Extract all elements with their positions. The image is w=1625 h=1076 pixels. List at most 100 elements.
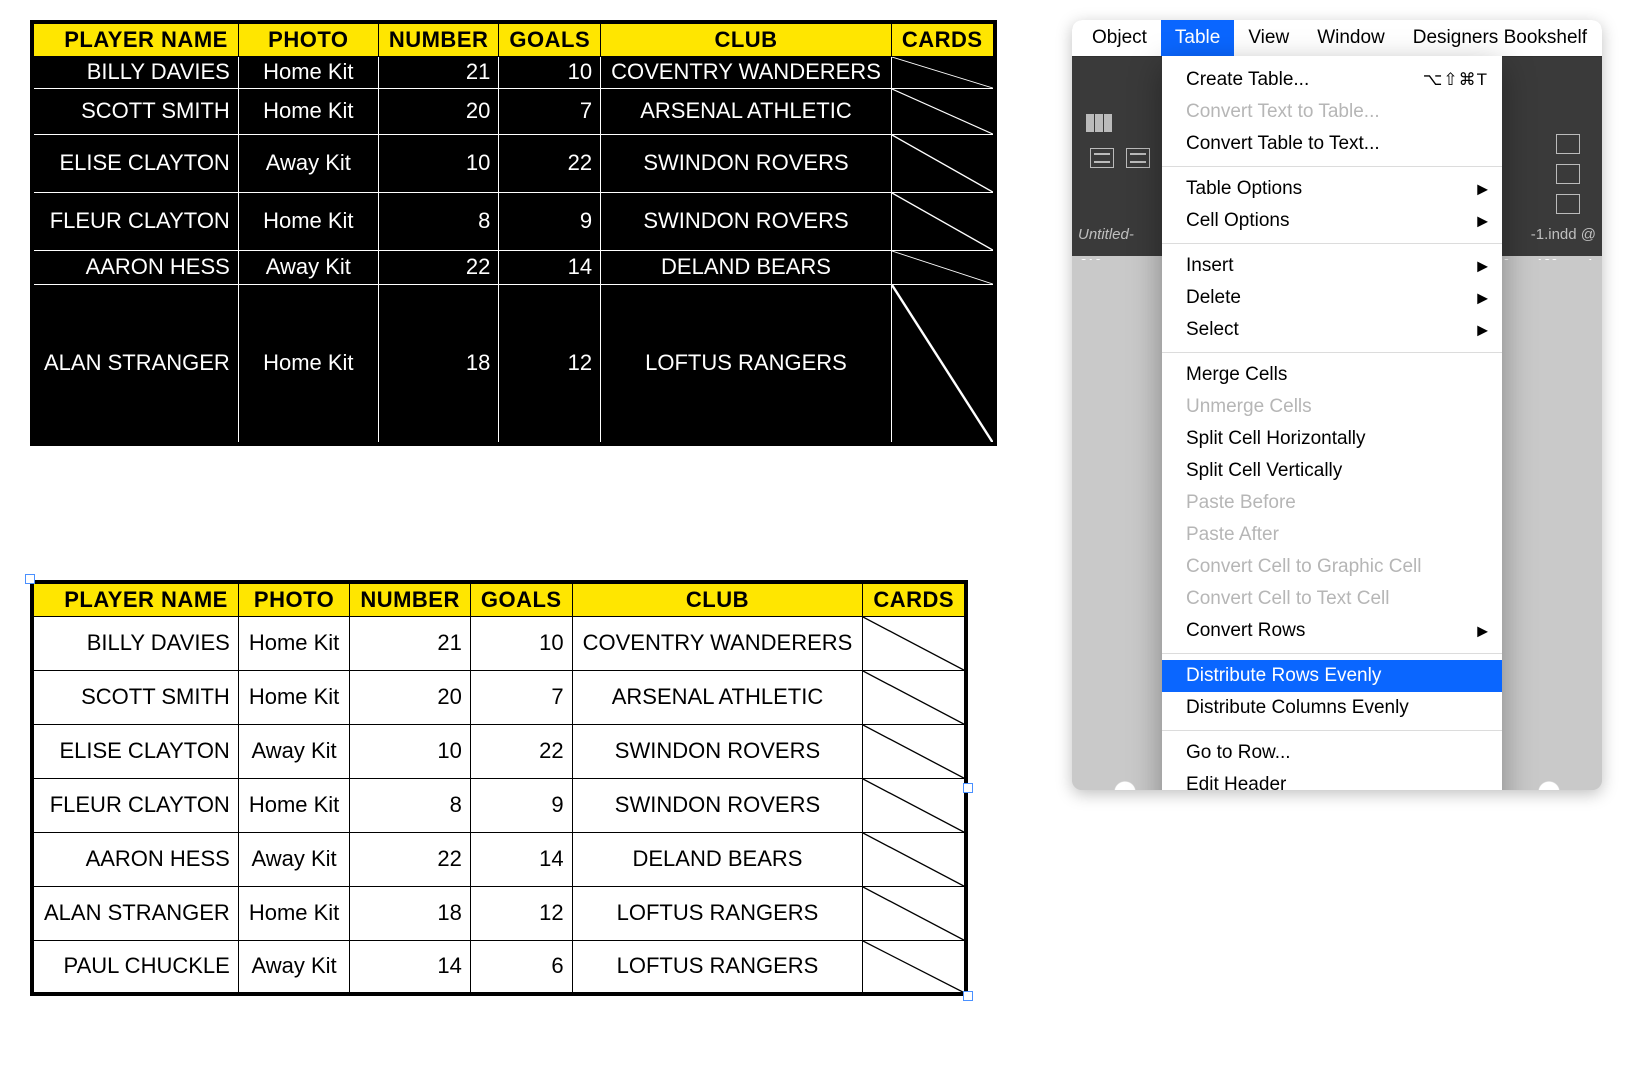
menu-item-label: Paste After <box>1186 524 1279 546</box>
cards-cell <box>863 616 966 670</box>
selection-handle[interactable] <box>963 783 973 793</box>
cell-number: 20 <box>350 670 471 724</box>
submenu-arrow-icon: ▶ <box>1477 181 1488 198</box>
diagonal-line-icon <box>863 617 964 670</box>
cell-name: FLEUR CLAYTON <box>32 192 238 250</box>
cell-name: AARON HESS <box>32 832 238 886</box>
menu-item-split-cell-vertically[interactable]: Split Cell Vertically <box>1162 455 1502 487</box>
cell-goals: 22 <box>470 724 572 778</box>
menu-item-insert[interactable]: Insert▶ <box>1162 250 1502 282</box>
cell-name: BILLY DAVIES <box>32 56 238 88</box>
menu-item-label: Distribute Rows Evenly <box>1186 665 1381 687</box>
cell-club: LOFTUS RANGERS <box>572 886 863 940</box>
menu-item-split-cell-horizontally[interactable]: Split Cell Horizontally <box>1162 423 1502 455</box>
menu-item-select[interactable]: Select▶ <box>1162 314 1502 346</box>
menu-item-convert-rows[interactable]: Convert Rows▶ <box>1162 615 1502 647</box>
menu-item-distribute-rows-evenly[interactable]: Distribute Rows Evenly <box>1162 660 1502 692</box>
cards-cell <box>891 56 994 88</box>
table-row[interactable]: PAUL CHUCKLEAway Kit146LOFTUS RANGERS <box>32 940 966 994</box>
table-row[interactable]: AARON HESSAway Kit2214DELAND BEARS <box>32 250 995 284</box>
cell-name: ALAN STRANGER <box>32 284 238 444</box>
menu-item-distribute-columns-evenly[interactable]: Distribute Columns Evenly <box>1162 692 1502 724</box>
cell-club: COVENTRY WANDERERS <box>601 56 892 88</box>
cell-name: ELISE CLAYTON <box>32 134 238 192</box>
menu-item-convert-cell-to-graphic-cell: Convert Cell to Graphic Cell <box>1162 551 1502 583</box>
cell-goals: 10 <box>499 56 601 88</box>
menu-item-label: Convert Cell to Graphic Cell <box>1186 556 1421 578</box>
diagonal-line-icon <box>892 193 993 250</box>
player-table-uneven[interactable]: PLAYER NAMEPHOTONUMBERGOALSCLUBCARDS BIL… <box>30 20 997 446</box>
column-header: CARDS <box>891 22 994 56</box>
table-row[interactable]: SCOTT SMITHHome Kit207ARSENAL ATHLETIC <box>32 88 995 134</box>
menu-item-create-table[interactable]: Create Table...⌥⇧⌘T <box>1162 64 1502 96</box>
menu-item-merge-cells[interactable]: Merge Cells <box>1162 359 1502 391</box>
menubar-item-designers-bookshelf[interactable]: Designers Bookshelf <box>1399 20 1601 56</box>
submenu-arrow-icon: ▶ <box>1477 290 1488 307</box>
panel-icon[interactable] <box>1556 164 1580 184</box>
panel-icon[interactable] <box>1556 194 1580 214</box>
cards-cell <box>863 724 966 778</box>
cell-goals: 9 <box>499 192 601 250</box>
document-tab-left: Untitled- <box>1078 226 1134 243</box>
selection-handle[interactable] <box>25 574 35 584</box>
table-row[interactable]: BILLY DAVIESHome Kit2110COVENTRY WANDERE… <box>32 616 966 670</box>
menu-item-label: Cell Options <box>1186 210 1290 232</box>
cell-goals: 7 <box>499 88 601 134</box>
menu-item-convert-table-to-text[interactable]: Convert Table to Text... <box>1162 128 1502 160</box>
panel-icon[interactable] <box>1556 134 1580 154</box>
cards-cell <box>891 88 994 134</box>
menu-shortcut: ⌥⇧⌘T <box>1423 70 1488 90</box>
menubar-item-table[interactable]: Table <box>1161 20 1234 56</box>
menu-item-label: Convert Rows <box>1186 620 1305 642</box>
menu-item-edit-header[interactable]: Edit Header <box>1162 769 1502 790</box>
table-row[interactable]: ELISE CLAYTONAway Kit1022SWINDON ROVERS <box>32 724 966 778</box>
menubar-item-object[interactable]: Object <box>1078 20 1161 56</box>
panel-icons[interactable] <box>1556 134 1580 214</box>
table-row[interactable]: SCOTT SMITHHome Kit207ARSENAL ATHLETIC <box>32 670 966 724</box>
table-menu-dropdown[interactable]: Create Table...⌥⇧⌘TConvert Text to Table… <box>1162 56 1502 790</box>
cell-name: SCOTT SMITH <box>32 88 238 134</box>
selection-handle[interactable] <box>963 991 973 1001</box>
cell-number: 8 <box>350 778 471 832</box>
table-row[interactable]: ELISE CLAYTONAway Kit1022SWINDON ROVERS <box>32 134 995 192</box>
menu-separator <box>1162 166 1502 167</box>
indesign-ui-panel: Untitled- -1.indd @ 210 0 120 1 ObjectTa… <box>1072 20 1602 790</box>
diagonal-line-icon <box>863 833 964 886</box>
menu-item-delete[interactable]: Delete▶ <box>1162 282 1502 314</box>
menubar-item-window[interactable]: Window <box>1303 20 1399 56</box>
cell-name: PAUL CHUCKLE <box>32 940 238 994</box>
cell-name: AARON HESS <box>32 250 238 284</box>
column-header: GOALS <box>470 582 572 616</box>
cards-cell <box>863 832 966 886</box>
align-center-icon[interactable] <box>1126 148 1150 168</box>
table-row[interactable]: ALAN STRANGERHome Kit1812LOFTUS RANGERS <box>32 284 995 444</box>
column-header: CLUB <box>601 22 892 56</box>
cell-photo: Home Kit <box>238 192 378 250</box>
column-header: PHOTO <box>238 582 349 616</box>
cell-number: 21 <box>378 56 499 88</box>
app-menubar[interactable]: ObjectTableViewWindowDesigners Bookshelf <box>1072 20 1602 56</box>
table-row[interactable]: FLEUR CLAYTONHome Kit89SWINDON ROVERS <box>32 192 995 250</box>
cell-number: 22 <box>350 832 471 886</box>
menu-item-cell-options[interactable]: Cell Options▶ <box>1162 205 1502 237</box>
column-header: PLAYER NAME <box>32 582 238 616</box>
menu-item-go-to-row[interactable]: Go to Row... <box>1162 737 1502 769</box>
menu-item-label: Distribute Columns Evenly <box>1186 697 1409 719</box>
cards-cell <box>863 778 966 832</box>
table-row[interactable]: FLEUR CLAYTONHome Kit89SWINDON ROVERS <box>32 778 966 832</box>
table-row[interactable]: AARON HESSAway Kit2214DELAND BEARS <box>32 832 966 886</box>
cell-goals: 7 <box>470 670 572 724</box>
menubar-item-view[interactable]: View <box>1234 20 1303 56</box>
diagonal-line-icon <box>892 135 993 192</box>
table-row[interactable]: ALAN STRANGERHome Kit1812LOFTUS RANGERS <box>32 886 966 940</box>
cell-photo: Home Kit <box>238 56 378 88</box>
player-table-even[interactable]: PLAYER NAMEPHOTONUMBERGOALSCLUBCARDS BIL… <box>30 580 968 996</box>
table-header-row: PLAYER NAMEPHOTONUMBERGOALSCLUBCARDS <box>32 22 995 56</box>
align-left-icon[interactable] <box>1090 148 1114 168</box>
cell-goals: 6 <box>470 940 572 994</box>
cell-photo: Home Kit <box>238 284 378 444</box>
table-row[interactable]: BILLY DAVIESHome Kit2110COVENTRY WANDERE… <box>32 56 995 88</box>
cell-club: SWINDON ROVERS <box>601 192 892 250</box>
menu-item-table-options[interactable]: Table Options▶ <box>1162 173 1502 205</box>
cell-goals: 22 <box>499 134 601 192</box>
